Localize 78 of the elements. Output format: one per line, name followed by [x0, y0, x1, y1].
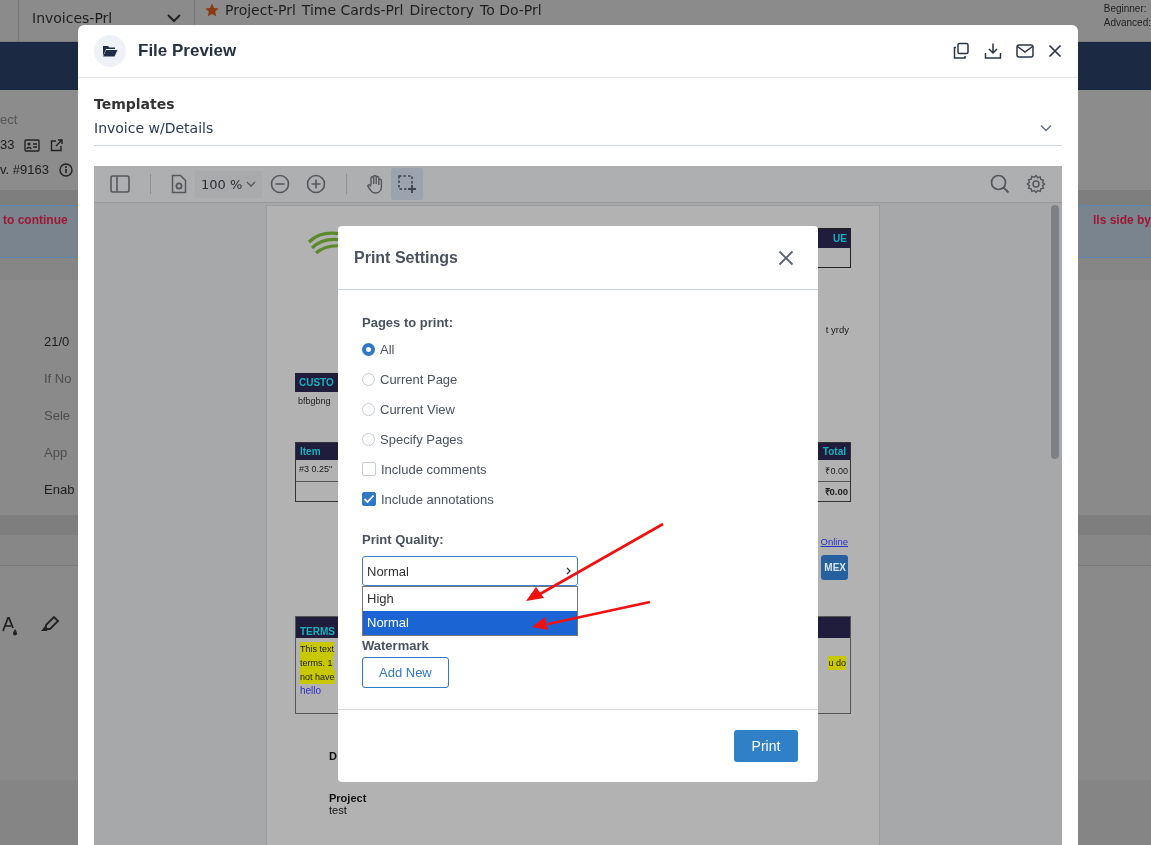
option-label: Include comments	[381, 461, 487, 477]
level-label: Advanced:	[1103, 16, 1151, 30]
form-value: Sele	[44, 407, 71, 425]
download-icon[interactable]	[984, 42, 1002, 60]
terms-text: u do	[828, 656, 846, 670]
caret-icon	[246, 181, 257, 187]
favorite-link[interactable]: To Do-Prl	[480, 2, 542, 18]
close-icon[interactable]	[778, 249, 794, 266]
form-value: 21/0	[44, 333, 70, 351]
section-label: Print Quality:	[362, 532, 444, 547]
notice-text: to continue	[3, 213, 68, 227]
terms-text: This text	[300, 642, 334, 656]
field-label: D	[329, 750, 337, 762]
area-select-button[interactable]	[391, 168, 424, 200]
customer-name: bfbgbng	[298, 396, 331, 406]
caret-icon	[565, 567, 573, 575]
field-label: Templates	[94, 96, 176, 112]
terms-text: terms. 1	[300, 656, 333, 670]
option-label: All	[380, 341, 395, 357]
address-text: t yrdy	[825, 324, 849, 335]
card-logo: MEX	[821, 555, 848, 580]
favorite-link[interactable]: Project-Prl	[225, 2, 296, 18]
section-header: TERMS	[300, 626, 335, 637]
text-color-icon[interactable]	[2, 616, 20, 636]
quality-select[interactable]: Normal	[362, 556, 578, 586]
scrollbar[interactable]	[1051, 205, 1059, 459]
terms-link[interactable]: hello	[300, 684, 322, 698]
info-icon[interactable]	[58, 163, 73, 177]
option-label: Current View	[380, 401, 455, 417]
dialog-title: File Preview	[138, 41, 237, 61]
chevron-down-icon	[1040, 124, 1052, 132]
level-label: Beginner:	[1103, 2, 1147, 16]
search-icon[interactable]	[990, 174, 1010, 194]
area-select-icon	[397, 174, 418, 194]
zoom-in-icon[interactable]	[306, 174, 327, 194]
chevron-down-icon	[166, 13, 182, 23]
menu-dropdown[interactable]: Invoices-Prl	[32, 10, 113, 26]
invoice-number: v. #9163	[0, 161, 49, 179]
form-value: Enab	[44, 481, 75, 499]
settings-icon[interactable]	[1026, 174, 1046, 194]
section-label: Pages to print:	[362, 315, 453, 330]
contact-card-icon[interactable]	[24, 138, 41, 152]
favorite-link[interactable]: Directory	[409, 2, 474, 18]
page-settings-icon[interactable]	[171, 174, 187, 194]
print-button[interactable]: Print	[734, 730, 798, 762]
section-label: Watermark	[362, 638, 429, 653]
field-label: Project	[329, 792, 367, 804]
zoom-dropdown[interactable]: 100 %	[195, 170, 263, 198]
form-value: App	[44, 444, 68, 462]
option-label: Include annotations	[381, 491, 494, 507]
notice-text: lls side by	[1092, 213, 1151, 227]
field-value: test	[329, 804, 347, 816]
mail-icon[interactable]	[1016, 44, 1034, 58]
option-label: Specify Pages	[380, 431, 464, 447]
terms-text: not have	[300, 670, 335, 684]
highlighter-icon[interactable]	[40, 616, 60, 632]
checkbox[interactable]	[362, 492, 376, 506]
sidebar-toggle-icon[interactable]	[110, 175, 130, 193]
folder-icon	[94, 35, 126, 67]
header-text: 33	[0, 136, 15, 154]
table-cell-text: #3 0.25"	[298, 463, 334, 476]
column-header: Total	[822, 446, 846, 457]
payment-link[interactable]: Online	[820, 536, 848, 547]
favorite-link[interactable]: Time Cards-Prl	[301, 2, 404, 18]
dropdown-option[interactable]: Normal	[363, 611, 577, 635]
checkbox[interactable]	[362, 462, 376, 476]
template-select[interactable]: Invoice w/Details	[94, 120, 1062, 146]
dialog-title: Print Settings	[354, 248, 458, 267]
zoom-out-icon[interactable]	[270, 174, 291, 194]
external-link-icon[interactable]	[50, 138, 64, 152]
close-icon[interactable]	[1048, 44, 1062, 58]
dropdown-option[interactable]: High	[363, 587, 577, 611]
copy-icon[interactable]	[952, 42, 970, 60]
column-header: Item	[300, 446, 321, 457]
form-value: If No	[44, 370, 72, 388]
radio-button[interactable]	[362, 342, 375, 356]
add-new-button[interactable]: Add New	[362, 657, 449, 688]
option-label: Current Page	[380, 371, 458, 387]
